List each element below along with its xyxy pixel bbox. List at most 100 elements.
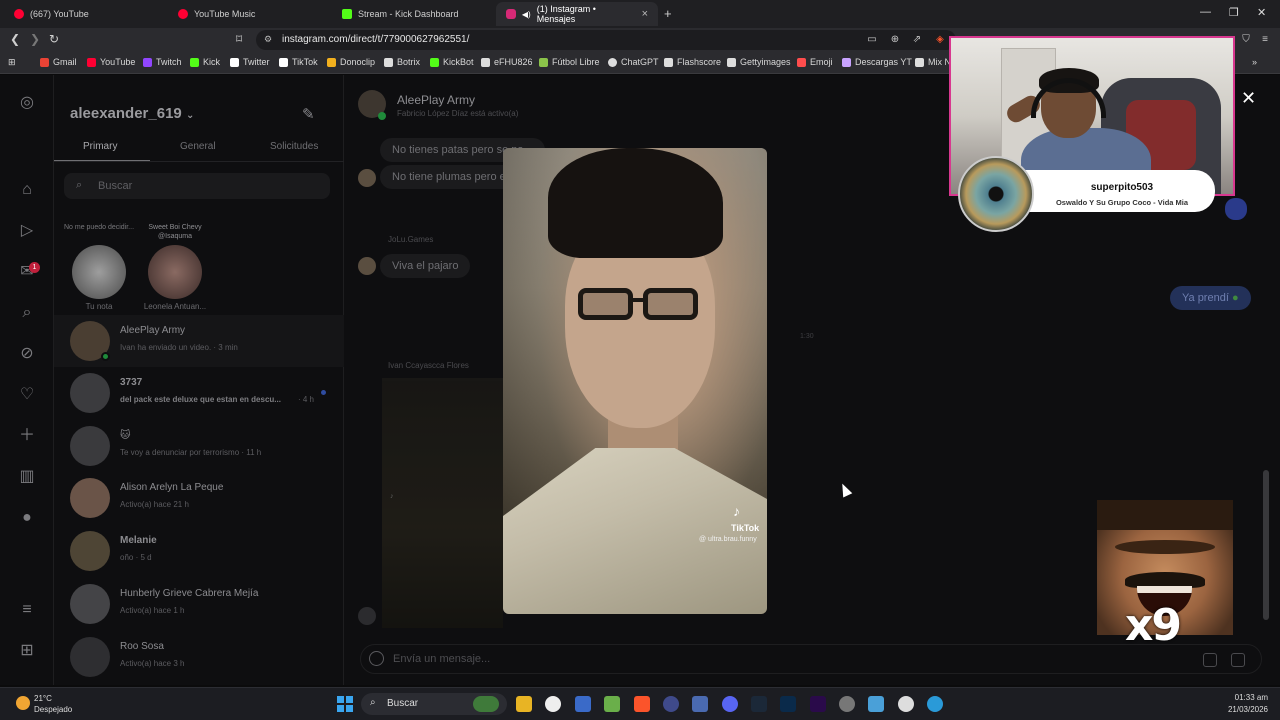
search-icon[interactable]: ⌕ [17,303,37,323]
conversation-roo-sosa[interactable]: Roo Sosa Activo(a) hace 3 h [54,631,344,683]
notifications-heart-icon[interactable]: ♡ [17,385,37,405]
premiere-icon[interactable] [810,696,826,712]
tab-general[interactable]: General [180,141,216,152]
weather-sun-icon[interactable] [16,696,30,710]
app-icon[interactable] [575,696,591,712]
menu-icon[interactable]: ≡ [1259,34,1271,46]
settings-icon[interactable] [839,696,855,712]
bookmark-chatgpt[interactable]: ChatGPT [608,57,659,67]
image-upload-icon[interactable] [1203,653,1217,667]
chat-video-thumbnail[interactable]: ♪ [382,378,503,628]
bookmark-emoji[interactable]: Emoji [797,57,833,67]
photoshop-icon[interactable] [780,696,796,712]
start-button[interactable] [337,696,353,712]
bookmark-twitter[interactable]: Twitter [230,57,270,67]
edge-icon[interactable] [927,696,943,712]
apps-grid-icon[interactable]: ⊞ [8,57,16,68]
bookmark-kick[interactable]: Kick [190,57,220,67]
bookmark-efhu[interactable]: eFHU826 [481,57,533,67]
tab-instagram[interactable]: ◀) (1) Instagram • Mensajes × [496,2,658,26]
app-icon[interactable] [663,696,679,712]
conversation-alison[interactable]: Alison Arelyn La Peque Activo(a) hace 21… [54,472,344,524]
calculator-icon[interactable] [692,696,708,712]
weather-temperature[interactable]: 21°C [34,694,52,703]
message-input[interactable] [393,651,993,667]
instagram-logo-icon[interactable]: ◎ [17,93,37,113]
search-input[interactable] [98,177,318,195]
steam-icon[interactable] [751,696,767,712]
conversation-hunberly[interactable]: Hunberly Grieve Cabrera Mejía Activo(a) … [54,578,344,630]
tab-youtube-music[interactable]: YouTube Music [168,2,332,26]
zoom-icon[interactable]: ⊕ [889,34,901,46]
bookmark-twitch[interactable]: Twitch [143,57,182,67]
bookmark-donoclip[interactable]: Donoclip [327,57,375,67]
more-menu-icon[interactable]: ≡ [17,600,37,620]
close-icon[interactable]: ✕ [1241,88,1256,109]
note-leonela[interactable]: Sweet Boi Chevy @Isaquma Leonela Antuan.… [138,223,212,311]
account-username[interactable]: aleexander_619 ⌄ [70,105,194,122]
bookmark-icon[interactable]: ⌑ [236,32,242,46]
maximize-button[interactable]: ❐ [1229,6,1239,19]
emoji-picker-icon[interactable] [369,651,384,666]
profile-avatar-icon[interactable]: ● [17,508,37,528]
bookmark-mix[interactable]: Mix N [915,57,951,67]
bookmark-flashscore[interactable]: Flashscore [664,57,721,67]
clock-time[interactable]: 01:33 am [1222,693,1268,702]
conversation-3[interactable]: 🐱 Te voy a denunciar por terrorismo · 11… [54,420,344,472]
chat-title[interactable]: AleePlay Army [397,93,475,107]
new-tab-button[interactable]: + [664,6,672,21]
bookmark-futbol-libre[interactable]: Fútbol Libre [539,57,600,67]
bookmark-kickbot[interactable]: KickBot [430,57,474,67]
message-bubble[interactable]: Viva el pajaro [380,254,471,278]
home-icon[interactable]: ⌂ [17,180,37,200]
video-player[interactable]: ♪ TikTok @ ultra.brau.funny [503,148,767,614]
back-button[interactable]: ❮ [10,32,20,46]
conversation-3737[interactable]: 3737 del pack este deluxe que estan en d… [54,367,344,419]
also-from-meta-icon[interactable]: ⊞ [17,641,37,661]
chrome-icon[interactable] [545,696,561,712]
address-bar[interactable]: ⚙ instagram.com/direct/t/779000627962551… [256,30,956,50]
insights-icon[interactable]: ▥ [17,467,37,487]
page-scrollbar[interactable] [1263,470,1269,620]
tab-primary[interactable]: Primary [83,141,117,152]
close-window-button[interactable]: ✕ [1257,6,1266,19]
note-own[interactable]: No me puedo decidir... Tu nota [62,223,136,311]
explore-icon[interactable]: ⊘ [17,344,37,364]
minimize-button[interactable]: — [1200,6,1211,18]
bookmark-tiktok[interactable]: TikTok [279,57,318,67]
bookmark-botrix[interactable]: Botrix [384,57,420,67]
taskbar-search[interactable]: ⌕ Buscar [361,693,507,715]
reels-icon[interactable]: ▷ [17,221,37,241]
brave-shield-icon[interactable]: ◈ [934,34,946,46]
weather-description[interactable]: Despejado [34,705,72,714]
app-icon[interactable] [604,696,620,712]
search-box[interactable]: ⌕ [64,173,330,199]
media-player-icon[interactable] [898,696,914,712]
clock-date[interactable]: 21/03/2026 [1222,705,1268,714]
cast-icon[interactable]: ▭ [866,34,878,46]
tab-requests[interactable]: Solicitudes [270,141,318,152]
bookmark-descargas-yt[interactable]: Descargas YT [842,57,912,67]
bookmark-youtube[interactable]: YouTube [87,57,135,67]
tab-kick-dashboard[interactable]: Stream - Kick Dashboard [332,2,496,26]
site-info-icon[interactable]: ⚙ [264,34,272,45]
notepad-icon[interactable] [868,696,884,712]
outgoing-message[interactable]: Ya prendí ● [1170,286,1251,310]
new-message-icon[interactable]: ✎ [302,105,315,123]
conversation-melanie[interactable]: Melanie oño · 5 d [54,525,344,577]
forward-button[interactable]: ❯ [30,32,40,46]
file-explorer-icon[interactable] [516,696,532,712]
sticker-icon[interactable] [1231,653,1245,667]
tab-youtube[interactable]: (667) YouTube [4,2,168,26]
conversation-aleeplay-army[interactable]: AleePlay Army Ivan ha enviado un video. … [54,315,344,367]
reload-button[interactable]: ↻ [49,32,59,46]
more-bookmarks-icon[interactable]: » [1252,57,1257,67]
create-icon[interactable]: ＋ [17,426,37,446]
share-icon[interactable]: ⇗ [911,34,923,46]
discord-icon[interactable] [722,696,738,712]
bookmark-gmail[interactable]: Gmail [40,57,77,67]
bookmark-gettyimages[interactable]: Gettyimages [727,57,791,67]
brave-icon[interactable] [634,696,650,712]
vpn-icon[interactable]: ⛉ [1240,34,1252,46]
close-tab-icon[interactable]: × [642,8,648,20]
